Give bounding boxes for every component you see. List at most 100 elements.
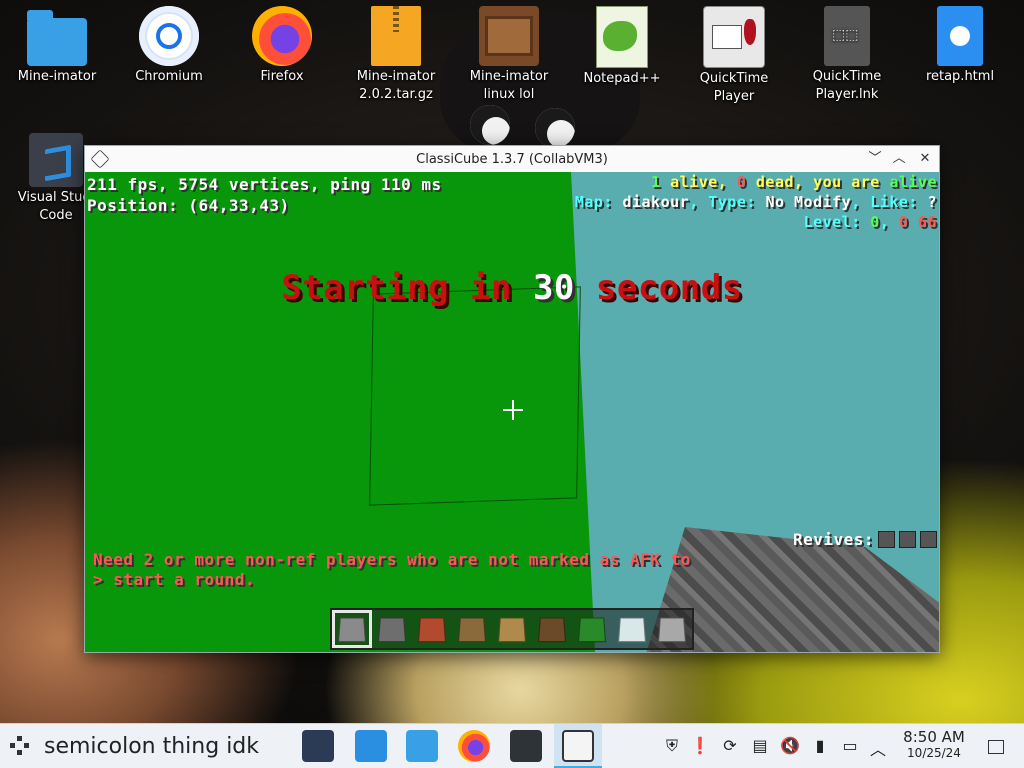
- stone-block-icon: [337, 617, 367, 643]
- store-icon[interactable]: [355, 730, 387, 762]
- firefox-icon: [252, 6, 312, 66]
- battery-icon[interactable]: ▮: [810, 736, 830, 756]
- map-name: diakour: [622, 193, 690, 211]
- crosshair-icon: [503, 400, 523, 420]
- maximize-button[interactable]: ︿: [889, 149, 909, 169]
- quicktime-icon: [703, 6, 765, 68]
- hotbar-slot-stone[interactable]: [332, 610, 372, 648]
- desktop-icon-label: Firefox: [260, 69, 304, 84]
- chat-line: > start a round.: [93, 570, 256, 589]
- alert-icon[interactable]: ❗: [690, 736, 710, 756]
- alive-count: 1: [651, 173, 661, 191]
- hotbar-slot-cobblestone[interactable]: [372, 610, 412, 648]
- desktop-icon-mine-imator-folder[interactable]: Mine-imator: [7, 0, 107, 86]
- countdown-prefix: Starting in: [281, 268, 533, 308]
- hotbar-slot-log[interactable]: [532, 610, 572, 648]
- terminal-icon[interactable]: [510, 730, 542, 762]
- desktop-icon-label: Mine-imator 2.0.2.tar.gz: [356, 69, 436, 102]
- show-desktop-icon[interactable]: [988, 740, 1004, 754]
- desktop-icon-label: retap.html: [925, 69, 995, 84]
- status-hud: 1 alive, 0 dead, you are alive Map: diak…: [575, 172, 937, 232]
- volume-muted-icon[interactable]: 🔇: [780, 736, 800, 756]
- slab-block-icon: [657, 617, 687, 643]
- hotbar-slot-wood[interactable]: [452, 610, 492, 648]
- cobblestone-block-icon: [377, 617, 407, 643]
- clock-date: 10/25/24: [907, 746, 961, 760]
- taskbar: semicolon thing idk ⛨ ❗ ⟳ ▤ 🔇 ▮ ▭ ︿ 8:50…: [0, 723, 1024, 768]
- hotbar-slot-brick[interactable]: [412, 610, 452, 648]
- settings-icon[interactable]: [302, 730, 334, 762]
- desktop-icon-label: QuickTime Player: [699, 71, 769, 104]
- desktop-icon-notepad-plus-plus[interactable]: Notepad++: [572, 0, 672, 88]
- chromium-icon: [139, 6, 199, 66]
- type-value: No Modify: [765, 193, 852, 211]
- game-viewport[interactable]: 211 fps, 5754 vertices, ping 110 ms Posi…: [85, 172, 939, 652]
- close-button[interactable]: ✕: [915, 149, 935, 169]
- desktop-icon-label: Mine-imator: [17, 69, 97, 84]
- desktop-icon-chromium[interactable]: Chromium: [119, 0, 219, 86]
- hotbar-slot-leaves[interactable]: [572, 610, 612, 648]
- mine-imator-icon: [479, 6, 539, 66]
- map-label: Map:: [574, 193, 623, 211]
- status-line-alive: 1 alive, 0 dead, you are alive: [575, 172, 937, 192]
- window-title: ClassiCube 1.3.7 (CollabVM3): [416, 151, 608, 167]
- dead-count: 0: [736, 173, 747, 191]
- desktop-icon-label: Chromium: [135, 69, 203, 84]
- minimize-button[interactable]: ﹀: [865, 149, 885, 169]
- log-block-icon: [537, 617, 567, 643]
- revive-slot: [920, 531, 937, 548]
- hotbar-slot-slab[interactable]: [652, 610, 692, 648]
- archive-icon: [371, 6, 421, 66]
- folder-icon: [27, 10, 87, 66]
- taskbar-label[interactable]: semicolon thing idk: [44, 734, 259, 759]
- shield-icon[interactable]: ⛨: [662, 736, 682, 756]
- clock[interactable]: 8:50 AM 10/25/24: [894, 728, 974, 760]
- firefox-icon[interactable]: [458, 730, 490, 762]
- network-icon[interactable]: ▭: [840, 736, 860, 756]
- hotbar[interactable]: [330, 608, 694, 650]
- app-launcher-icon[interactable]: [10, 736, 30, 756]
- revives-indicator: Revives:: [793, 530, 937, 549]
- notepad-plus-plus-icon: [596, 6, 648, 68]
- wallpaper-eye-right: [535, 108, 575, 148]
- level-label: Level:: [803, 213, 871, 231]
- file-manager-icon[interactable]: [406, 730, 438, 762]
- vscode-icon: [29, 133, 83, 187]
- chat-line: Need 2 or more non-ref players who are n…: [93, 550, 691, 569]
- hotbar-slot-glass[interactable]: [612, 610, 652, 648]
- desktop-icon-mine-imator-archive[interactable]: Mine-imator 2.0.2.tar.gz: [340, 0, 452, 104]
- chevron-up-icon[interactable]: ︿: [868, 736, 888, 759]
- clipboard-icon[interactable]: ▤: [750, 736, 770, 756]
- alive-text: alive,: [660, 173, 737, 191]
- desktop-icon-mine-imator-linux[interactable]: Mine-imator linux lol: [459, 0, 559, 104]
- wood-block-icon: [457, 617, 487, 643]
- classicube-window[interactable]: ClassiCube 1.3.7 (CollabVM3) ﹀ ︿ ✕ 211 f…: [84, 145, 940, 653]
- desktop-icon-retap-html[interactable]: retap.html: [910, 0, 1010, 86]
- window-titlebar[interactable]: ClassiCube 1.3.7 (CollabVM3) ﹀ ︿ ✕: [85, 146, 939, 173]
- desktop-icon-label: QuickTime Player.lnk: [812, 69, 882, 102]
- countdown-message: Starting in 30 seconds: [85, 268, 939, 308]
- revives-label: Revives:: [792, 530, 874, 549]
- desktop-icon-firefox[interactable]: Firefox: [232, 0, 332, 86]
- clock-time: 8:50 AM: [903, 728, 965, 746]
- dead-text: dead, you are: [746, 173, 890, 191]
- block-outline: [369, 286, 581, 506]
- desktop-icon-quicktime-lnk[interactable]: QuickTime Player.lnk: [797, 0, 897, 104]
- revive-slot: [899, 531, 916, 548]
- classicube-icon[interactable]: [562, 730, 594, 762]
- hotbar-slot-planks[interactable]: [492, 610, 532, 648]
- debug-hud: 211 fps, 5754 vertices, ping 110 ms Posi…: [87, 174, 442, 216]
- glass-block-icon: [617, 617, 647, 643]
- planks-block-icon: [497, 617, 527, 643]
- revive-slot: [878, 531, 895, 548]
- player-state: alive: [889, 173, 937, 191]
- status-line-map: Map: diakour, Type: No Modify, Like: ?: [575, 192, 937, 212]
- position-line: Position: (64,33,43): [87, 196, 290, 215]
- sync-icon[interactable]: ⟳: [720, 736, 740, 756]
- like-label: , Like:: [851, 193, 928, 211]
- countdown-suffix: seconds: [574, 268, 743, 308]
- leaves-block-icon: [577, 617, 607, 643]
- countdown-number: 30: [532, 268, 575, 308]
- desktop-icon-quicktime-player[interactable]: QuickTime Player: [684, 0, 784, 106]
- brick-block-icon: [417, 617, 447, 643]
